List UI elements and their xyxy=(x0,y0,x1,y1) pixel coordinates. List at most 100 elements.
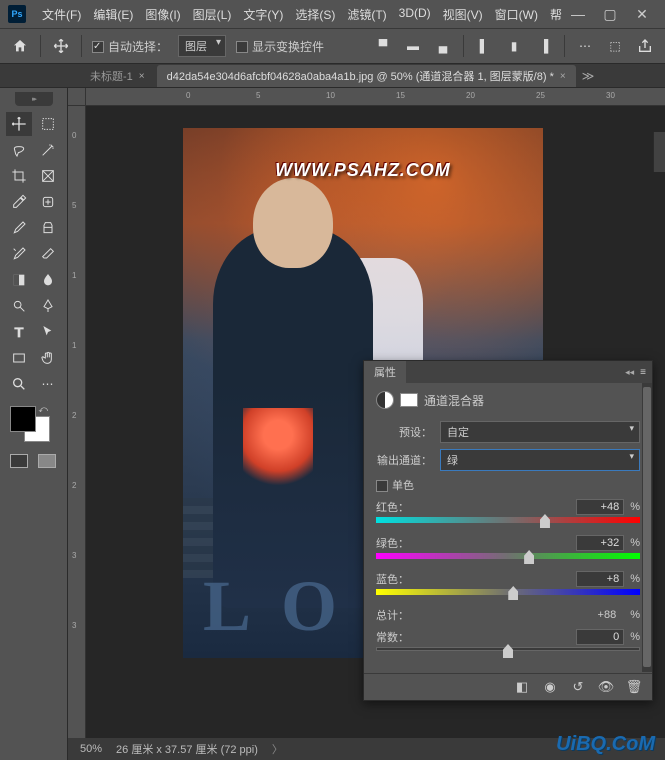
constant-input[interactable]: 0 xyxy=(576,629,624,645)
slider-green-track[interactable] xyxy=(376,553,640,563)
panel-scrollbar[interactable] xyxy=(642,383,652,672)
crop-tool-icon[interactable] xyxy=(6,164,32,188)
more-options-icon[interactable]: ⋯ xyxy=(575,36,595,56)
panel-menu-icon[interactable]: ◂◂ xyxy=(625,367,634,378)
menu-image[interactable]: 图像(I) xyxy=(139,4,186,25)
brush-tool-icon[interactable] xyxy=(6,216,32,240)
blur-tool-icon[interactable] xyxy=(35,268,61,292)
tab-active-document[interactable]: d42da54e304d6afcbf04628a0aba4a1b.jpg @ 5… xyxy=(157,65,576,87)
document-dimensions[interactable]: 26 厘米 x 37.57 厘米 (72 ppi) xyxy=(116,741,258,757)
slider-green-label: 绿色： xyxy=(376,535,576,551)
align-bottom-icon[interactable]: ▄ xyxy=(433,36,453,56)
share-icon[interactable] xyxy=(635,36,655,56)
horizontal-ruler[interactable]: 0 5 10 15 20 25 30 xyxy=(86,88,665,106)
brand-watermark: UiBQ.CoM xyxy=(556,733,655,756)
tab-untitled-label: 未标题-1 xyxy=(90,68,133,84)
healing-brush-tool-icon[interactable] xyxy=(35,190,61,214)
show-transform-label: 显示变换控件 xyxy=(252,40,324,54)
menu-select[interactable]: 选择(S) xyxy=(289,4,341,25)
maximize-icon[interactable]: ▢ xyxy=(603,7,617,21)
view-previous-icon[interactable]: ◉ xyxy=(542,680,558,694)
auto-select-checkbox[interactable]: 自动选择： xyxy=(92,38,168,55)
show-transform-checkbox[interactable]: 显示变换控件 xyxy=(236,38,324,55)
home-icon[interactable] xyxy=(10,36,30,56)
properties-panel: 属性 ◂◂ ≡ 通道混合器 预设： 自定 输出通道： 绿 xyxy=(363,360,653,701)
slider-constant-track[interactable] xyxy=(376,647,640,657)
slider-red-input[interactable]: +48 xyxy=(576,499,624,515)
menu-edit[interactable]: 编辑(E) xyxy=(87,4,139,25)
tab-close-icon[interactable]: × xyxy=(560,71,566,82)
output-channel-dropdown[interactable]: 绿 xyxy=(440,449,640,471)
pct-label: % xyxy=(630,573,640,585)
history-brush-tool-icon[interactable] xyxy=(6,242,32,266)
clip-to-layer-icon[interactable]: ◧ xyxy=(514,680,530,694)
tab-close-icon[interactable]: × xyxy=(139,71,145,82)
frame-tool-icon[interactable] xyxy=(35,164,61,188)
color-swatches[interactable]: ⤺ xyxy=(10,406,50,442)
panel-footer: ◧ ◉ ↺ 👁 🗑 xyxy=(364,673,652,700)
eraser-tool-icon[interactable] xyxy=(35,242,61,266)
right-panel-collapse-icon[interactable] xyxy=(653,132,665,172)
menu-3d[interactable]: 3D(D) xyxy=(393,4,437,25)
lasso-tool-icon[interactable] xyxy=(6,138,32,162)
toggle-visibility-icon[interactable]: 👁 xyxy=(598,680,614,694)
panel-tab-properties[interactable]: 属性 xyxy=(364,361,406,383)
align-hcenter-icon[interactable]: ▮ xyxy=(504,36,524,56)
rectangle-tool-icon[interactable] xyxy=(6,346,32,370)
auto-select-target-dropdown[interactable]: 图层 xyxy=(178,35,226,57)
zoom-level[interactable]: 50% xyxy=(80,743,102,755)
layer-mask-thumb-icon[interactable] xyxy=(400,393,418,407)
clone-stamp-tool-icon[interactable] xyxy=(35,216,61,240)
dodge-tool-icon[interactable] xyxy=(6,294,32,318)
preset-dropdown[interactable]: 自定 xyxy=(440,421,640,443)
panel-header[interactable]: 属性 ◂◂ ≡ xyxy=(364,361,652,383)
align-left-icon[interactable]: ▌ xyxy=(474,36,494,56)
delete-icon[interactable]: 🗑 xyxy=(626,680,642,694)
vertical-ruler[interactable]: 0 5 1 1 2 2 3 3 xyxy=(68,106,86,760)
menu-filter[interactable]: 滤镜(T) xyxy=(341,4,392,25)
eyedropper-tool-icon[interactable] xyxy=(6,190,32,214)
menu-file[interactable]: 文件(F) xyxy=(36,4,87,25)
swap-colors-icon[interactable]: ⤺ xyxy=(38,404,48,415)
align-vcenter-icon[interactable]: ▬ xyxy=(403,36,423,56)
reset-icon[interactable]: ↺ xyxy=(570,680,586,694)
menu-help[interactable]: 帮 xyxy=(544,4,568,25)
monochrome-checkbox[interactable]: 单色 xyxy=(376,477,414,493)
panel-menu-dropdown-icon[interactable]: ≡ xyxy=(640,367,646,378)
tabs-overflow-icon[interactable]: ≫ xyxy=(582,69,595,83)
zoom-tool-icon[interactable] xyxy=(6,372,32,396)
magic-wand-tool-icon[interactable] xyxy=(35,138,61,162)
pct-label: % xyxy=(630,501,640,513)
slider-red-track[interactable] xyxy=(376,517,640,527)
menu-type[interactable]: 文字(Y) xyxy=(237,4,289,25)
menu-layer[interactable]: 图层(L) xyxy=(187,4,238,25)
type-tool-icon[interactable] xyxy=(6,320,32,344)
pen-tool-icon[interactable] xyxy=(35,294,61,318)
align-top-icon[interactable]: ▀ xyxy=(373,36,393,56)
quickmask-icon[interactable] xyxy=(10,454,28,468)
slider-blue-label: 蓝色： xyxy=(376,571,576,587)
tool-panel-collapse-icon[interactable] xyxy=(15,92,53,106)
close-icon[interactable]: ✕ xyxy=(635,7,649,21)
slider-blue-input[interactable]: +8 xyxy=(576,571,624,587)
menu-view[interactable]: 视图(V) xyxy=(437,4,489,25)
edit-toolbar-icon[interactable]: ⋯ xyxy=(35,372,61,396)
minimize-icon[interactable]: — xyxy=(571,7,585,21)
channel-mixer-icon xyxy=(376,391,394,409)
hand-tool-icon[interactable] xyxy=(35,346,61,370)
slider-green-input[interactable]: +32 xyxy=(576,535,624,551)
slider-blue-track[interactable] xyxy=(376,589,640,599)
menu-window[interactable]: 窗口(W) xyxy=(489,4,544,25)
ruler-origin[interactable] xyxy=(68,88,86,106)
3d-mode-icon[interactable]: ⬚ xyxy=(605,36,625,56)
marquee-tool-icon[interactable] xyxy=(35,112,61,136)
path-select-tool-icon[interactable] xyxy=(35,320,61,344)
move-tool-indicator-icon[interactable] xyxy=(51,36,71,56)
move-tool-icon[interactable] xyxy=(6,112,32,136)
gradient-tool-icon[interactable] xyxy=(6,268,32,292)
tab-untitled[interactable]: 未标题-1 × xyxy=(80,65,155,87)
foreground-color-swatch[interactable] xyxy=(10,406,36,432)
screenmode-icon[interactable] xyxy=(38,454,56,468)
align-right-icon[interactable]: ▐ xyxy=(534,36,554,56)
canvas-area[interactable]: 0 5 10 15 20 25 30 0 5 1 1 2 2 3 3 WWW.P… xyxy=(68,88,665,760)
